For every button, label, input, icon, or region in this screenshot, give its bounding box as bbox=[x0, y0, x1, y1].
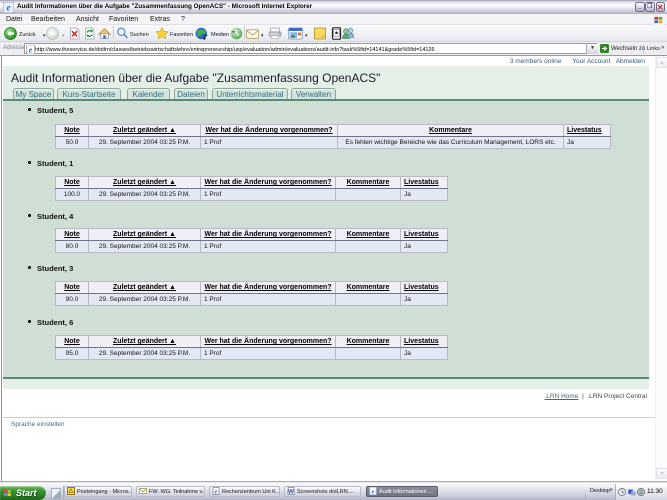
svg-text:e: e bbox=[29, 46, 33, 55]
svg-text:e: e bbox=[372, 489, 375, 496]
svg-text:W: W bbox=[288, 489, 294, 495]
svg-text:e: e bbox=[215, 489, 218, 496]
svg-text:e: e bbox=[7, 3, 11, 13]
